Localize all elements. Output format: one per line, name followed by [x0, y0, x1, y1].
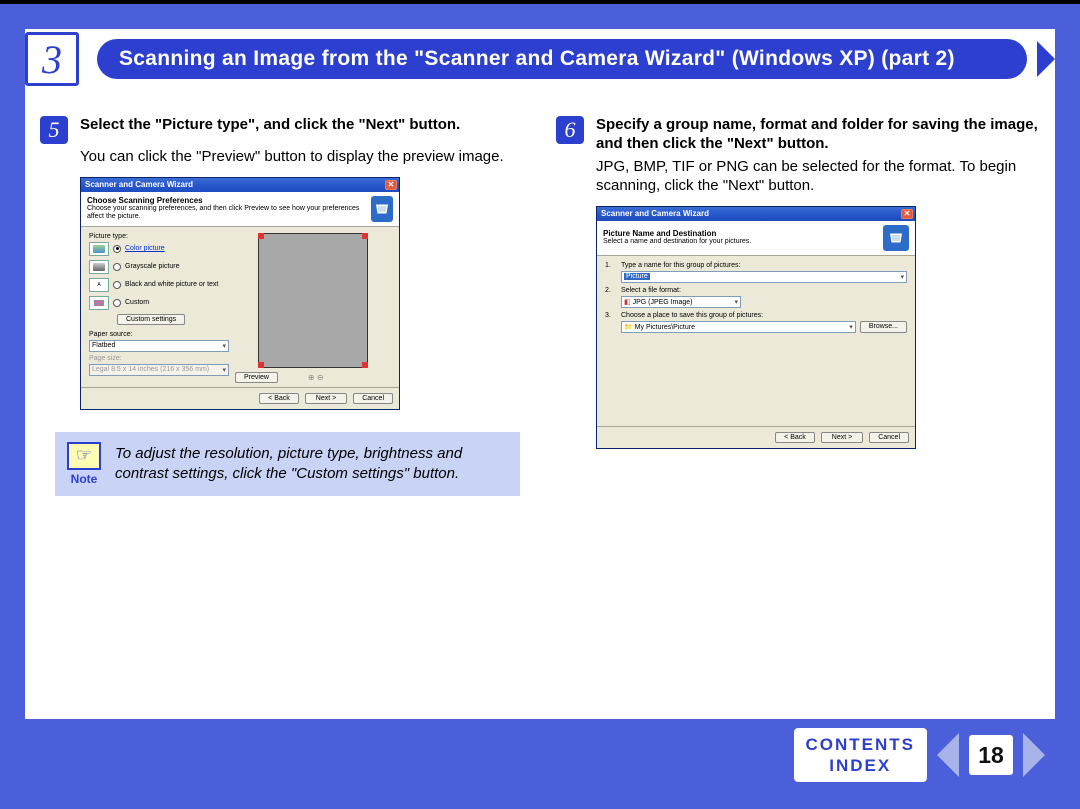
preview-button[interactable]: Preview	[235, 372, 278, 383]
close-icon[interactable]: ✕	[385, 180, 397, 190]
radio-bw[interactable]: A Black and white picture or text	[89, 278, 229, 292]
chevron-down-icon: ▾	[222, 342, 226, 350]
q3-label: Choose a place to save this group of pic…	[621, 312, 907, 319]
preview-area	[258, 233, 368, 368]
radio-label: Grayscale picture	[125, 263, 179, 270]
next-page-icon[interactable]	[1023, 733, 1045, 777]
xp-body: 1. Type a name for this group of picture…	[597, 256, 915, 426]
next-button[interactable]: Next >	[821, 432, 863, 443]
select-value: Legal 8.5 x 14 inches (216 x 356 mm)	[92, 366, 209, 373]
banner-sub: Select a name and destination for your p…	[603, 238, 751, 246]
radio-color[interactable]: Color picture	[89, 242, 229, 256]
radio-label: Custom	[125, 299, 149, 306]
zoom-icon[interactable]: ⊕ ⊖	[308, 373, 324, 382]
dialog-buttons: < Back Next > Cancel	[81, 387, 399, 409]
step-title: Select the "Picture type", and click the…	[80, 116, 460, 144]
paper-source-select[interactable]: Flatbed ▾	[89, 340, 229, 352]
page-title: Scanning an Image from the "Scanner and …	[119, 47, 955, 71]
cancel-button[interactable]: Cancel	[353, 393, 393, 404]
chapter-number: 3	[25, 32, 79, 86]
xp-body: Picture type: Color picture Grayscale pi…	[81, 227, 399, 387]
paper-source-label: Paper source:	[89, 331, 229, 338]
q1-label: Type a name for this group of pictures:	[621, 262, 907, 269]
radio-gray[interactable]: Grayscale picture	[89, 260, 229, 274]
title-arrow-icon	[1037, 41, 1055, 77]
browse-button[interactable]: Browse...	[860, 321, 907, 333]
name-value: Picture	[624, 273, 650, 280]
select-value: Flatbed	[92, 342, 115, 349]
step-number: 6	[556, 116, 584, 144]
page-size-select: Legal 8.5 x 14 inches (216 x 356 mm) ▾	[89, 364, 229, 376]
step-body: JPG, BMP, TIF or PNG can be selected for…	[596, 157, 1042, 196]
q2-label: Select a file format:	[621, 287, 907, 294]
format-select[interactable]: ◧ JPG (JPEG Image) ▾	[621, 296, 741, 308]
prev-page-icon[interactable]	[937, 733, 959, 777]
note-text: To adjust the resolution, picture type, …	[115, 444, 508, 483]
scanner-icon	[883, 225, 909, 251]
xp-titlebar: Scanner and Camera Wizard ✕	[81, 178, 399, 192]
xp-banner: Picture Name and Destination Select a na…	[597, 221, 915, 256]
page-header: 3 Scanning an Image from the "Scanner an…	[25, 32, 1055, 86]
back-button[interactable]: < Back	[259, 393, 299, 404]
banner-title: Choose Scanning Preferences	[87, 196, 371, 206]
index-link[interactable]: INDEX	[806, 755, 916, 776]
xp-titlebar: Scanner and Camera Wizard ✕	[597, 207, 915, 221]
footer-nav: CONTENTS INDEX 18	[25, 726, 1055, 784]
chevron-down-icon: ▾	[900, 273, 904, 281]
step-title: Specify a group name, format and folder …	[596, 116, 1042, 154]
chevron-down-icon: ▾	[734, 298, 738, 306]
xp-banner-text: Picture Name and Destination Select a na…	[603, 229, 751, 247]
chevron-down-icon: ▾	[849, 323, 853, 331]
picture-type-label: Picture type:	[89, 233, 229, 240]
scanner-icon	[371, 196, 393, 222]
banner-sub: Choose your scanning preferences, and th…	[87, 205, 371, 222]
dialog-buttons: < Back Next > Cancel	[597, 426, 915, 448]
contents-link[interactable]: CONTENTS	[806, 734, 916, 755]
format-value: JPG (JPEG Image)	[633, 299, 693, 306]
xp-window-title: Scanner and Camera Wizard	[85, 180, 193, 189]
page-size-label: Page size:	[89, 355, 229, 362]
radio-custom[interactable]: Custom	[89, 296, 229, 310]
step-6-header: 6 Specify a group name, format and folde…	[556, 116, 1042, 154]
manual-page: 3 Scanning an Image from the "Scanner an…	[0, 0, 1080, 809]
xp-banner: Choose Scanning Preferences Choose your …	[81, 192, 399, 227]
footer-links: CONTENTS INDEX	[794, 728, 928, 783]
step-body: You can click the "Preview" button to di…	[80, 147, 526, 167]
note-label: Note	[67, 472, 101, 486]
xp-dialog-destination: Scanner and Camera Wizard ✕ Picture Name…	[596, 206, 916, 449]
xp-banner-text: Choose Scanning Preferences Choose your …	[87, 196, 371, 222]
step-5-header: 5 Select the "Picture type", and click t…	[40, 116, 526, 144]
cancel-button[interactable]: Cancel	[869, 432, 909, 443]
title-bar: Scanning an Image from the "Scanner and …	[97, 39, 1027, 79]
step-number: 5	[40, 116, 68, 144]
destination-select[interactable]: 📁 My Pictures\Picture ▾	[621, 321, 856, 333]
xp-dialog-preferences: Scanner and Camera Wizard ✕ Choose Scann…	[80, 177, 400, 410]
banner-title: Picture Name and Destination	[603, 229, 751, 239]
page-number: 18	[969, 735, 1013, 775]
next-button[interactable]: Next >	[305, 393, 347, 404]
note-box: ☞ Note To adjust the resolution, picture…	[55, 432, 520, 496]
radio-label: Color picture	[125, 245, 165, 252]
xp-window-title: Scanner and Camera Wizard	[601, 209, 709, 218]
left-column: 5 Select the "Picture type", and click t…	[40, 116, 526, 496]
back-button[interactable]: < Back	[775, 432, 815, 443]
radio-label: Black and white picture or text	[125, 281, 218, 288]
name-input[interactable]: Picture ▾	[621, 271, 907, 283]
right-column: 6 Specify a group name, format and folde…	[556, 116, 1042, 496]
note-hand-icon: ☞	[67, 442, 101, 470]
custom-settings-button[interactable]: Custom settings	[117, 314, 185, 325]
close-icon[interactable]: ✕	[901, 209, 913, 219]
content-columns: 5 Select the "Picture type", and click t…	[40, 116, 1042, 496]
chevron-down-icon: ▾	[222, 366, 226, 374]
dest-value: My Pictures\Picture	[635, 324, 695, 331]
